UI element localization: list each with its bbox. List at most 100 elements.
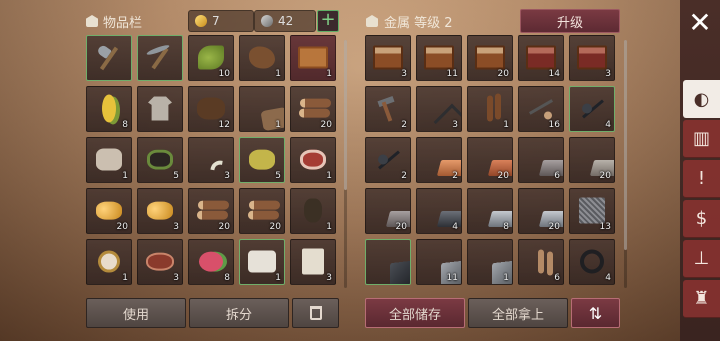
inventory-slot[interactable]: 20 [86, 188, 132, 234]
inventory-slot[interactable]: 3 [137, 239, 183, 285]
storage-slot[interactable]: 11 [416, 239, 462, 285]
inventory-slot[interactable]: 1 [239, 86, 285, 132]
inventory-slot[interactable]: 20 [239, 188, 285, 234]
item-quantity: 1 [275, 69, 281, 79]
close-button[interactable]: ✕ [680, 0, 720, 44]
item-quantity: 5 [275, 171, 281, 181]
inventory-slot[interactable]: 3 [290, 239, 336, 285]
nugget-icon [96, 201, 122, 220]
storage-slot[interactable]: 3 [569, 35, 615, 81]
store-all-button[interactable]: 全部储存 [365, 298, 465, 328]
inventory-slot[interactable]: 3 [188, 137, 234, 183]
inventory-slot[interactable]: 12 [188, 86, 234, 132]
item-quantity: 1 [326, 69, 332, 79]
inventory-slot[interactable]: 20 [290, 86, 336, 132]
storage-grid: 3 11 20 14 3 2 3 1 16 4 2 2 20 6 20 20 4 8 20 13 11 1 6 4 [365, 35, 615, 285]
item-quantity: 2 [452, 171, 458, 181]
bag-tab[interactable]: ♜ [683, 280, 720, 318]
inventory-slot[interactable]: 8 [188, 239, 234, 285]
item-quantity: 8 [224, 273, 230, 283]
storage-slot[interactable]: 2 [365, 137, 411, 183]
storage-slot[interactable]: 6 [518, 137, 564, 183]
item-quantity: 4 [452, 222, 458, 232]
storage-slot[interactable]: 1 [467, 239, 513, 285]
trash-icon [309, 306, 322, 320]
storage-scrollbar[interactable] [624, 40, 627, 288]
inventory-slot[interactable] [137, 35, 183, 81]
ore-count: 42 [278, 14, 294, 28]
nugget-icon [147, 201, 173, 220]
inventory-slot[interactable]: 1 [239, 35, 285, 81]
storage-slot[interactable]: 3 [416, 86, 462, 132]
item-quantity: 5 [173, 171, 179, 181]
corn-icon [102, 94, 116, 123]
inventory-slot[interactable]: 3 [137, 188, 183, 234]
inventory-slot[interactable]: 1 [290, 35, 336, 81]
item-quantity: 6 [554, 273, 560, 283]
backpack-tab[interactable]: ◐ [683, 80, 720, 118]
item-quantity: 11 [446, 69, 458, 79]
journal-tab[interactable]: ! [683, 160, 720, 198]
storage-slot[interactable]: 4 [569, 86, 615, 132]
storage-slot[interactable]: 16 [518, 86, 564, 132]
storage-slot[interactable]: 20 [467, 137, 513, 183]
storage-slot[interactable]: 11 [416, 35, 462, 81]
inventory-scrollbar[interactable] [344, 40, 347, 288]
storage-slot[interactable]: 3 [365, 35, 411, 81]
item-quantity: 1 [326, 222, 332, 232]
item-quantity: 14 [548, 69, 560, 79]
sulfur-icon [249, 149, 275, 170]
inventory-slot[interactable]: 10 [188, 35, 234, 81]
anvil-tab[interactable]: ⊥ [683, 240, 720, 278]
inventory-slot[interactable]: 1 [86, 239, 132, 285]
storage-slot[interactable]: 20 [365, 188, 411, 234]
add-currency-button[interactable]: + [317, 10, 339, 32]
item-quantity: 12 [218, 120, 230, 130]
leather-icon [260, 106, 284, 131]
logs-icon [248, 200, 280, 221]
gold-icon [195, 15, 207, 27]
inventory-slot[interactable]: 5 [137, 137, 183, 183]
item-quantity: 20 [497, 171, 509, 181]
inventory-slot[interactable]: 20 [188, 188, 234, 234]
storage-slot[interactable]: 4 [416, 188, 462, 234]
item-quantity: 20 [116, 222, 128, 232]
storage-slot[interactable]: 4 [569, 239, 615, 285]
inventory-slot[interactable]: 1 [239, 239, 285, 285]
storage-slot[interactable]: 20 [467, 35, 513, 81]
inventory-slot[interactable] [86, 35, 132, 81]
leaf-icon [198, 45, 224, 70]
storage-slot[interactable]: 8 [467, 188, 513, 234]
storage-slot[interactable]: 20 [569, 137, 615, 183]
storage-slot[interactable]: 14 [518, 35, 564, 81]
storage-slot[interactable]: 13 [569, 188, 615, 234]
gold-counter: 7 [188, 10, 254, 32]
ingot-icon [538, 160, 563, 176]
inventory-slot[interactable]: 1 [290, 188, 336, 234]
cloth-icon [96, 148, 122, 171]
storage-slot[interactable]: 2 [365, 86, 411, 132]
nail-icon [487, 95, 493, 122]
storage-slot[interactable]: 1 [467, 86, 513, 132]
workbench-tab[interactable]: ▥ [683, 120, 720, 158]
money-tab[interactable]: $ [683, 200, 720, 238]
discard-button[interactable] [292, 298, 339, 328]
upgrade-button[interactable]: 升级 [520, 9, 620, 33]
use-button[interactable]: 使用 [86, 298, 186, 328]
item-quantity: 1 [503, 120, 509, 130]
sort-button[interactable]: ⇅ [571, 298, 620, 328]
inventory-slot[interactable]: 1 [86, 137, 132, 183]
inventory-slot[interactable]: 1 [290, 137, 336, 183]
inventory-slot[interactable]: 5 [239, 137, 285, 183]
inventory-slot[interactable]: 8 [86, 86, 132, 132]
inventory-slot[interactable] [137, 86, 183, 132]
item-quantity: 11 [446, 273, 458, 283]
storage-slot[interactable]: 6 [518, 239, 564, 285]
storage-slot[interactable]: 2 [416, 137, 462, 183]
split-button[interactable]: 拆分 [189, 298, 289, 328]
take-all-button[interactable]: 全部拿上 [468, 298, 568, 328]
item-quantity: 1 [275, 120, 281, 130]
hide-icon [249, 46, 275, 69]
storage-slot[interactable]: 20 [518, 188, 564, 234]
storage-slot[interactable] [365, 239, 411, 285]
